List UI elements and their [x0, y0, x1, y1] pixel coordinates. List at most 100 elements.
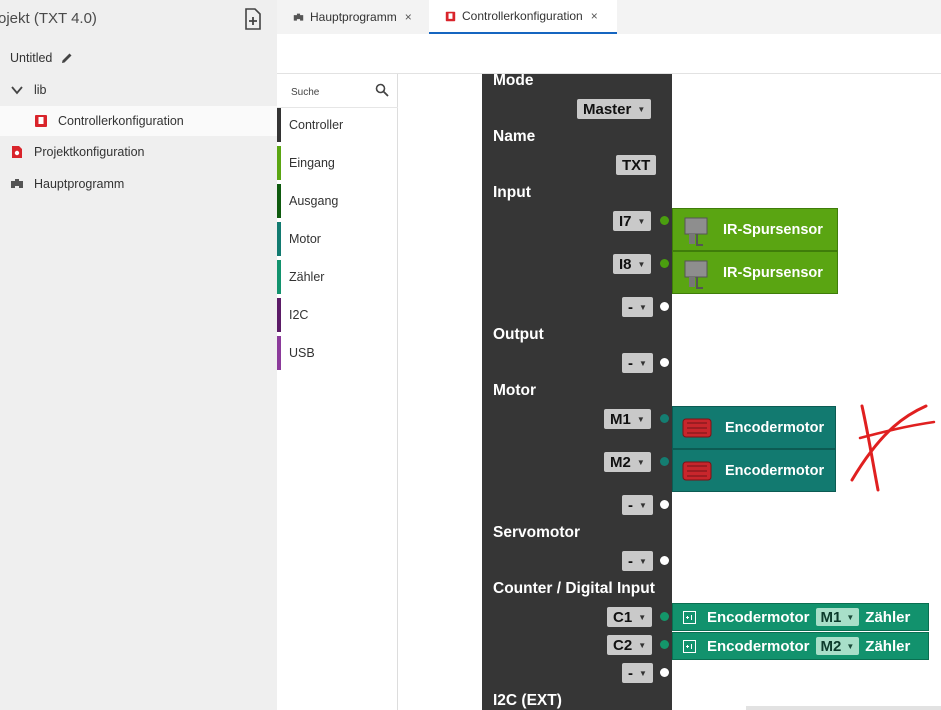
category-usb[interactable]: USB: [277, 336, 398, 370]
tree-item-hauptprogramm[interactable]: Hauptprogramm: [0, 169, 277, 199]
encoder-motor-icon: [682, 461, 712, 480]
connector-dot: [660, 612, 669, 621]
project-name-label: Untitled: [10, 51, 53, 65]
tree-item-label: Hauptprogramm: [34, 177, 125, 191]
counter-plus-one-icon: [683, 639, 696, 653]
encoder-motor-block[interactable]: Encodermotor: [672, 406, 836, 449]
chevron-down-icon[interactable]: [10, 83, 24, 97]
category-label: I2C: [289, 308, 309, 322]
motor-port-dropdown[interactable]: - ▼: [622, 495, 653, 515]
controller-block[interactable]: Mode Master ▼ Name TXT Input I7 ▼ I8 ▼ - ▼ O…: [482, 74, 672, 710]
category-label: Motor: [289, 232, 321, 246]
input-port-dropdown[interactable]: I7 ▼: [613, 211, 652, 231]
counter-motor-dropdown[interactable]: M1 ▼: [815, 608, 860, 626]
category-color-bar: [277, 184, 281, 218]
connector-dot: [660, 457, 669, 466]
servo-port-dropdown[interactable]: - ▼: [622, 551, 653, 571]
search-input[interactable]: Suche: [291, 87, 319, 98]
connector-dot: [660, 216, 669, 225]
block-suffix: Zähler: [865, 637, 911, 655]
mode-section-label: Mode: [493, 74, 534, 89]
category-motor[interactable]: Motor: [277, 222, 398, 256]
caret-down-icon: ▼: [846, 641, 855, 651]
connector-dot: [660, 640, 669, 649]
motor-port-dropdown[interactable]: M2 ▼: [604, 452, 651, 472]
tab-controllerkonfiguration[interactable]: Controllerkonfiguration ×: [429, 0, 617, 34]
motor-port-dropdown[interactable]: M1 ▼: [604, 409, 651, 429]
counter-motor-dropdown[interactable]: M2 ▼: [815, 637, 860, 655]
horizontal-scrollbar[interactable]: [746, 706, 941, 710]
category-label: Eingang: [289, 156, 335, 170]
controller-config-icon: [445, 11, 456, 21]
category-zaehler[interactable]: Zähler: [277, 260, 398, 294]
connector-dot: [660, 556, 669, 565]
ir-sensor-block[interactable]: IR-Spursensor: [672, 251, 838, 294]
counter-block[interactable]: Encodermotor M2 ▼ Zähler: [672, 632, 929, 660]
search-icon[interactable]: [375, 83, 389, 97]
tree-item-controllerkonfiguration[interactable]: Controllerkonfiguration: [0, 106, 277, 136]
encoder-motor-block[interactable]: Encodermotor: [672, 449, 836, 492]
connector-dot: [660, 668, 669, 677]
edit-pencil-icon[interactable]: [60, 51, 74, 65]
output-section-label: Output: [493, 326, 544, 343]
block-label: Encodermotor: [707, 608, 810, 626]
caret-down-icon: ▼: [637, 104, 646, 114]
connector-dot: [660, 500, 669, 509]
tree-item-projektkonfiguration[interactable]: Projektkonfiguration: [0, 137, 277, 167]
input-port-dropdown[interactable]: - ▼: [622, 297, 653, 317]
new-file-icon[interactable]: [243, 8, 263, 30]
program-icon: [293, 13, 304, 21]
connector-dot: [660, 259, 669, 268]
servomotor-section-label: Servomotor: [493, 524, 580, 541]
port-value: I7: [619, 212, 632, 230]
category-label: USB: [289, 346, 315, 360]
block-label: IR-Spursensor: [723, 264, 823, 281]
caret-down-icon: ▼: [639, 302, 647, 312]
program-icon: [11, 179, 23, 188]
encoder-motor-icon: [682, 418, 712, 437]
palette-search[interactable]: Suche: [277, 74, 398, 108]
tree-folder-lib[interactable]: lib: [0, 75, 277, 105]
caret-down-icon: ▼: [636, 457, 645, 467]
name-value: TXT: [622, 156, 651, 174]
project-name-item[interactable]: Untitled: [0, 43, 277, 73]
category-color-bar: [277, 222, 281, 256]
counter-port-dropdown[interactable]: - ▼: [622, 663, 653, 683]
counter-port-dropdown[interactable]: C2 ▼: [607, 635, 653, 655]
blockly-workspace[interactable]: Mode Master ▼ Name TXT Input I7 ▼ I8 ▼ - ▼ O…: [398, 74, 941, 710]
category-ausgang[interactable]: Ausgang: [277, 184, 398, 218]
tab-hauptprogramm[interactable]: Hauptprogramm ×: [277, 0, 429, 34]
counter-block[interactable]: Encodermotor M1 ▼ Zähler: [672, 603, 929, 631]
caret-down-icon: ▼: [638, 612, 647, 622]
port-value: I8: [619, 255, 632, 273]
tree-folder-label: lib: [34, 83, 47, 97]
category-eingang[interactable]: Eingang: [277, 146, 398, 180]
port-value: -: [628, 354, 633, 372]
motor-value: M2: [820, 637, 842, 655]
name-section-label: Name: [493, 128, 536, 145]
counter-port-dropdown[interactable]: C1 ▼: [607, 607, 653, 627]
name-field[interactable]: TXT: [616, 155, 657, 175]
category-label: Controller: [289, 118, 344, 132]
motor-section-label: Motor: [493, 382, 537, 399]
category-i2c[interactable]: I2C: [277, 298, 398, 332]
category-label: Ausgang: [289, 194, 339, 208]
close-icon[interactable]: ×: [405, 10, 412, 24]
category-color-bar: [277, 108, 281, 142]
port-value: M2: [610, 453, 631, 471]
caret-down-icon: ▼: [639, 668, 647, 678]
i2c-section-label: I2C (EXT): [493, 692, 562, 709]
port-value: M1: [610, 410, 631, 428]
input-section-label: Input: [493, 184, 531, 201]
ir-sensor-block[interactable]: IR-Spursensor: [672, 208, 838, 251]
close-icon[interactable]: ×: [591, 9, 598, 23]
port-value: C2: [613, 636, 633, 654]
editor-toolbar: [277, 34, 941, 74]
input-port-dropdown[interactable]: I8 ▼: [613, 254, 652, 274]
tab-bar: Hauptprogramm × Controllerkonfiguration …: [277, 0, 941, 34]
category-controller[interactable]: Controller: [277, 108, 398, 142]
output-port-dropdown[interactable]: - ▼: [622, 353, 653, 373]
mode-dropdown[interactable]: Master ▼: [577, 99, 652, 119]
caret-down-icon: ▼: [638, 640, 647, 650]
connector-dot: [660, 414, 669, 423]
